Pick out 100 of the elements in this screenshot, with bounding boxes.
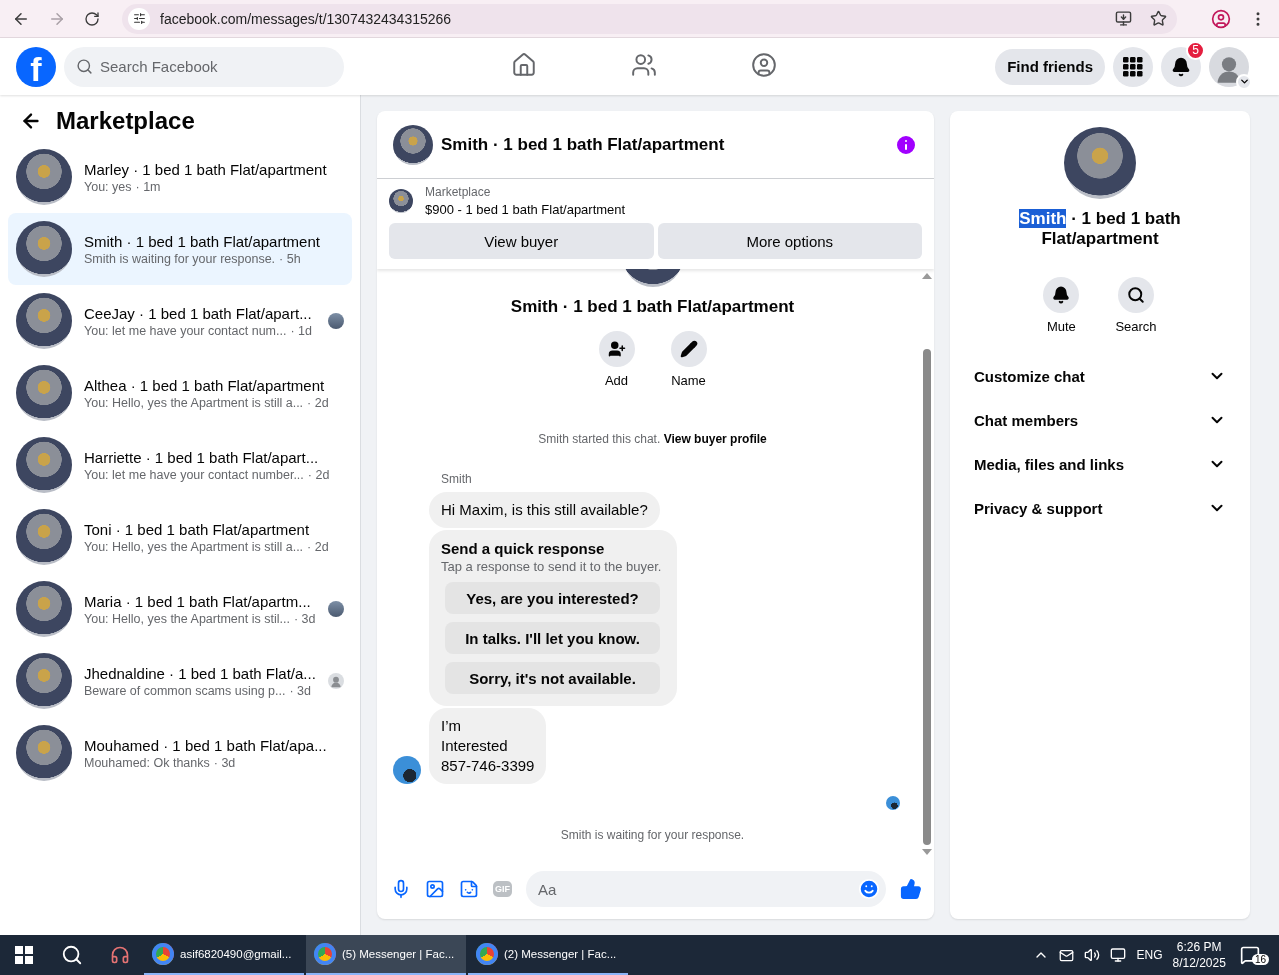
browser-app-icon [152, 943, 174, 965]
details-section[interactable]: Media, files and links [958, 442, 1242, 486]
listing-button[interactable]: More options [657, 223, 922, 259]
waiting-text: Smith is waiting for your response. [560, 828, 745, 842]
conversation-name: Maria · 1 bed 1 bath Flat/apartm... [84, 592, 312, 610]
url-text: facebook.com/messages/t/1307432434315266 [160, 10, 453, 27]
conversation-item[interactable]: Marley · 1 bed 1 bath Flat/apartment You: yes · 1m [8, 141, 352, 213]
people-icon [631, 52, 657, 78]
conversation-snippet: You: yes [84, 179, 132, 194]
conversation-time: · 5h [279, 251, 301, 266]
quick-response-button[interactable]: Sorry, it's not available. [445, 662, 660, 694]
listing-title: $900 - 1 bed 1 bath Flat/apartment [425, 202, 626, 217]
conversation-name: CeeJay · 1 bed 1 bath Flat/apart... [84, 304, 313, 322]
conversation-name: Jhednaldine · 1 bed 1 bath Flat/a... [84, 664, 316, 682]
apps-menu-button[interactable] [1113, 46, 1153, 87]
photo-placeholder [16, 437, 72, 493]
taskbar-app[interactable]: asif6820490@gmail... [144, 935, 304, 975]
bell-icon [1171, 56, 1191, 77]
conversation-time: · 3d [293, 611, 316, 626]
conversation-item[interactable]: Maria · 1 bed 1 bath Flat/apartm... You: Hello, yes the Apartment is stil... · 3d [8, 573, 352, 645]
pencil-icon [679, 340, 698, 358]
conversation-snippet: Smith is waiting for your response. [84, 251, 276, 266]
language-indicator[interactable]: ENG [1136, 948, 1163, 962]
notification-count: 16 [1251, 954, 1269, 965]
photo-placeholder [393, 124, 433, 165]
address-bar[interactable]: facebook.com/messages/t/1307432434315266 [122, 3, 1177, 34]
quick-response-hint: Tap a response to send it to the buyer. [441, 559, 662, 574]
account-button[interactable] [1209, 46, 1249, 87]
conversation-time: · 2d [307, 539, 329, 554]
caret-icon [1236, 73, 1252, 90]
thumbs-up-icon[interactable] [900, 878, 922, 900]
conversation-snippet: You: Hello, yes the Apartment is still a... [84, 395, 304, 410]
seen-avatar [328, 601, 344, 617]
conversation-item[interactable]: Harriette · 1 bed 1 bath Flat/apart... You: let me have your contact number... · 2d [8, 429, 352, 501]
seen-silhouette-icon [328, 673, 344, 689]
conversation-time: · 3d [289, 683, 312, 698]
group-icon [751, 52, 777, 78]
conversation-name: Toni · 1 bed 1 bath Flat/apartment [84, 520, 311, 538]
conversation-snippet: You: Hello, yes the Apartment is stil... [84, 611, 290, 626]
message-field[interactable]: Aa [526, 871, 886, 907]
image-icon[interactable] [425, 879, 445, 899]
quick-response-button[interactable]: In talks. I'll let you know. [445, 622, 660, 654]
taskbar-app[interactable]: (2) Messenger | Fac... [468, 935, 628, 975]
conversation-time: · 1d [290, 323, 312, 338]
conversation-item[interactable]: Smith · 1 bed 1 bath Flat/apartment Smith is waiting for your response. · 5h [8, 213, 352, 285]
search-field[interactable]: Search Facebook [64, 46, 344, 87]
facebook-logo[interactable]: f [16, 46, 56, 87]
listing-label: Marketplace [425, 185, 492, 199]
conversation-item[interactable]: Mouhamed · 1 bed 1 bath Flat/apa... Mouhamed: Ok thanks · 3d [8, 717, 352, 789]
listing-button[interactable]: View buyer [389, 223, 654, 259]
volume-icon[interactable] [1084, 947, 1101, 963]
seen-avatar [886, 796, 900, 810]
photo-placeholder [16, 149, 72, 205]
details-section[interactable]: Chat members [958, 398, 1242, 442]
find-friends-button[interactable]: Find friends [995, 48, 1105, 85]
clock[interactable]: 6:26 PM 8/12/2025 [1172, 939, 1226, 971]
conversation-snippet: You: let me have your contact num... [84, 323, 287, 338]
conversation-item[interactable]: Toni · 1 bed 1 bath Flat/apartment You: Hello, yes the Apartment is still a... · 2d [8, 501, 352, 573]
sticker-icon[interactable] [459, 879, 479, 899]
add-person-icon [607, 340, 626, 358]
photo-placeholder [16, 293, 72, 349]
profile-name: Smith · 1 bed 1 bath Flat/apartment [510, 297, 795, 317]
conversation-item[interactable]: Althea · 1 bed 1 bath Flat/apartment You: Hello, yes the Apartment is still a... · 2d [8, 357, 352, 429]
photo-placeholder [16, 365, 72, 421]
details-section[interactable]: Privacy & support [958, 486, 1242, 530]
taskbar-app[interactable]: (5) Messenger | Fac... [306, 935, 466, 975]
quick-response-button[interactable]: Yes, are you interested? [445, 582, 660, 614]
photo-placeholder [16, 725, 72, 781]
photo-placeholder [389, 189, 413, 213]
microphone-icon[interactable] [391, 879, 411, 899]
conversation-name: Althea · 1 bed 1 bath Flat/apartment [84, 376, 326, 394]
tray-icon[interactable] [1059, 947, 1075, 963]
photo-placeholder [16, 581, 72, 637]
photo-placeholder [16, 509, 72, 565]
conversation-item[interactable]: CeeJay · 1 bed 1 bath Flat/apart... You: let me have your contact num... · 1d [8, 285, 352, 357]
search-icon [1127, 286, 1145, 304]
browser-app-icon [476, 943, 498, 965]
conversation-time: · 1m [135, 179, 161, 194]
avatar [393, 756, 421, 784]
home-icon [511, 52, 537, 78]
conversation-name: Mouhamed · 1 bed 1 bath Flat/apa... [84, 736, 328, 754]
conversation-snippet: Beware of common scams using p... [84, 683, 286, 698]
photo-placeholder [16, 653, 72, 709]
browser-app-icon [314, 943, 336, 965]
site-settings-icon[interactable] [128, 7, 150, 30]
view-buyer-profile-link[interactable]: View buyer profile [663, 432, 767, 446]
conversation-time: · 2d [307, 467, 330, 482]
message-bubble: I’m Interested 857-746-3399 [429, 708, 547, 784]
chat-started-text: Smith started this chat. View buyer profile [538, 432, 767, 446]
conversation-name: Marley · 1 bed 1 bath Flat/apartment [84, 160, 328, 178]
conversation-item[interactable]: Jhednaldine · 1 bed 1 bath Flat/a... Beware of common scams using p... · 3d [8, 645, 352, 717]
conversation-snippet: You: Hello, yes the Apartment is still a... [84, 539, 304, 554]
message-bubble: Hi Maxim, is this still available? [429, 492, 660, 528]
photo-placeholder [16, 221, 72, 277]
sender-name: Smith [441, 472, 473, 486]
details-section[interactable]: Customize chat [958, 354, 1242, 398]
bell-icon [1052, 286, 1071, 304]
emoji-icon[interactable] [858, 878, 880, 900]
details-title: Smith · 1 bed 1 bath Flat/apartment [1018, 209, 1182, 249]
conversation-snippet: Mouhamed: Ok thanks [84, 755, 210, 770]
